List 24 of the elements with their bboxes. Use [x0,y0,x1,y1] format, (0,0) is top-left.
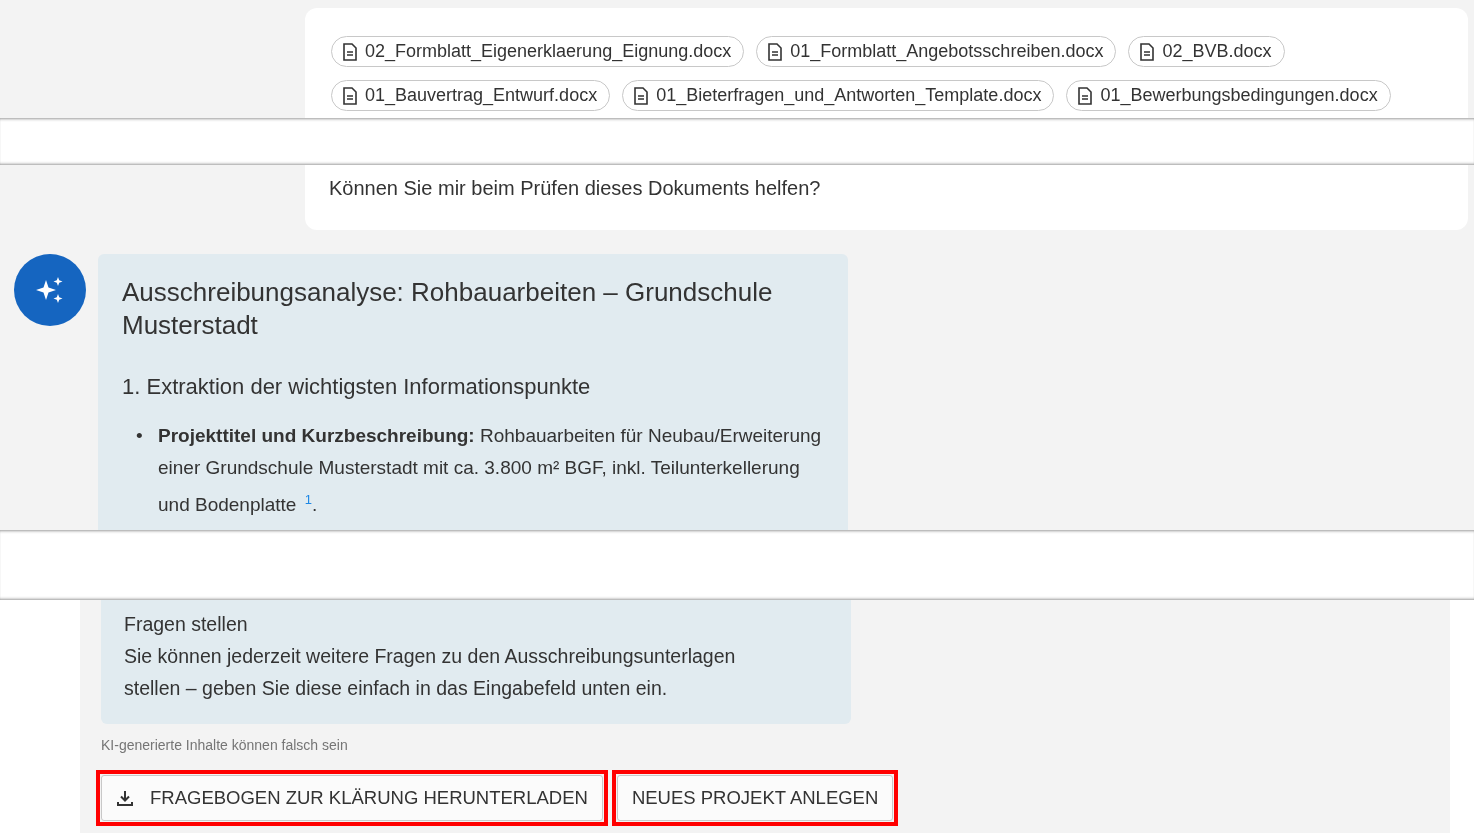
download-icon [116,789,134,807]
attachment-chip[interactable]: 01_Bewerbungsbedingungen.docx [1066,80,1391,111]
disclaimer-text: KI-generierte Inhalte können falsch sein [101,737,349,753]
document-icon [343,86,357,105]
sparkles-icon [35,275,65,305]
attachment-chip[interactable]: 02_Formblatt_Eigenerklaerung_Eignung.docx [331,36,745,67]
closing-text: Sie können jederzeit weitere Fragen zu den Ausschreibungsunterlagen stellen – geben Sie diese einfach in das Eingabefeld unten ein. [124,644,737,701]
document-icon [1078,86,1093,105]
closing-heading: Fragen stellen [124,612,249,637]
section-heading: 1. Extraktion der wichtigsten Informationspunkte [122,373,592,401]
download-button[interactable]: FRAGEBOGEN ZUR KLÄRUNG HERUNTERLADEN [101,775,603,821]
new-project-button[interactable]: NEUES PROJEKT ANLEGEN [616,775,894,821]
document-icon [634,86,649,105]
attachment-chip[interactable]: 01_Bieterfragen_und_Antworten_Template.docx [622,80,1055,111]
document-icon [343,42,357,61]
document-icon [1140,42,1155,61]
attachment-chip[interactable]: 02_BVB.docx [1128,36,1285,67]
document-icon [768,42,783,61]
attachment-chip[interactable]: 01_Formblatt_Angebotsschreiben.docx [756,36,1117,67]
bullet-text: Projekttitel und Kurzbeschreibung: Rohbauarbeiten für Neubau/Erweiterung einer Grundschule Musterstadt mit ca. 3.800 m² BGF, inkl. Teilunterkellerung und Bodenplatte $^{1}$. [158,424,823,518]
bullet-marker: • [136,424,144,448]
attachment-chip[interactable]: 01_Bauvertrag_Entwurf.docx [331,80,611,111]
user-message: Können Sie mir beim Prüfen dieses Dokuments helfen? [329,177,821,199]
answer-title: Ausschreibungsanalyse: Rohbauarbeiten – Grundschule Musterstadt [122,276,774,342]
